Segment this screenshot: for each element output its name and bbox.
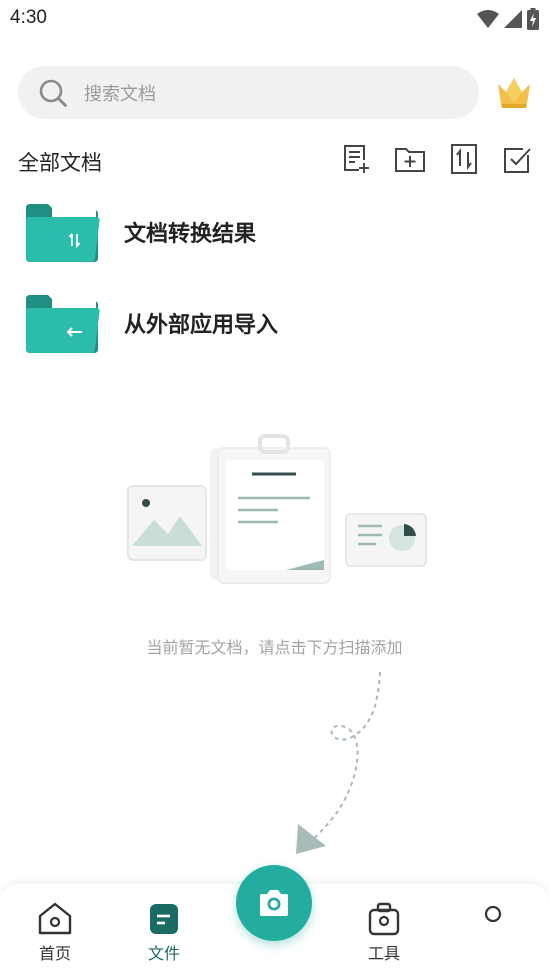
dashed-arrow-icon [296,671,381,854]
status-time: 4:30 [10,7,47,28]
nav-item-tools[interactable]: 工具 [344,902,424,964]
new-folder-button[interactable] [394,143,426,175]
folder-item-convert[interactable]: 文档转换结果 [0,192,549,272]
status-icons [477,8,539,30]
wifi-icon [477,10,499,28]
sort-icon [451,144,477,174]
signal-icon [504,10,522,28]
new-document-icon [344,145,369,173]
empty-state-message: 当前暂无文档，请点击下方扫描添加 [146,638,403,657]
nav-label: 文件 [147,944,180,963]
search-placeholder: 搜索文档 [84,83,156,105]
search-input[interactable]: 搜索文档 [18,66,479,119]
battery-charging-icon [527,8,539,30]
nav-item-files[interactable]: 文件 [124,902,204,964]
folder-convert-icon [26,204,100,262]
select-checkbox-icon [504,148,531,173]
home-icon [38,902,72,935]
status-bar: 4:30 [0,0,549,40]
nav-item-home[interactable]: 首页 [15,902,95,964]
folder-item-import[interactable]: 从外部应用导入 [0,283,549,363]
search-icon [39,79,67,107]
crown-icon[interactable] [494,72,534,112]
folder-label: 文档转换结果 [124,222,257,247]
select-button[interactable] [502,143,534,175]
chart-card-icon [345,513,427,567]
empty-documents-illustration [127,434,427,584]
profile-icon [484,905,502,922]
new-document-button[interactable] [340,143,372,175]
clipboard-icon [217,434,331,584]
image-card-icon [127,485,207,561]
folder-import-icon [26,295,100,353]
nav-item-profile[interactable] [453,902,533,926]
nav-label: 首页 [38,944,71,963]
scan-button[interactable] [236,865,312,941]
file-icon [150,904,178,934]
section-title: 全部文档 [18,151,102,175]
nav-label: 工具 [367,944,400,963]
header-actions [340,143,534,175]
toolbox-icon [368,902,400,936]
new-folder-icon [395,148,425,172]
folder-label: 从外部应用导入 [124,313,279,338]
sort-button[interactable] [448,143,480,175]
camera-icon [260,890,288,916]
